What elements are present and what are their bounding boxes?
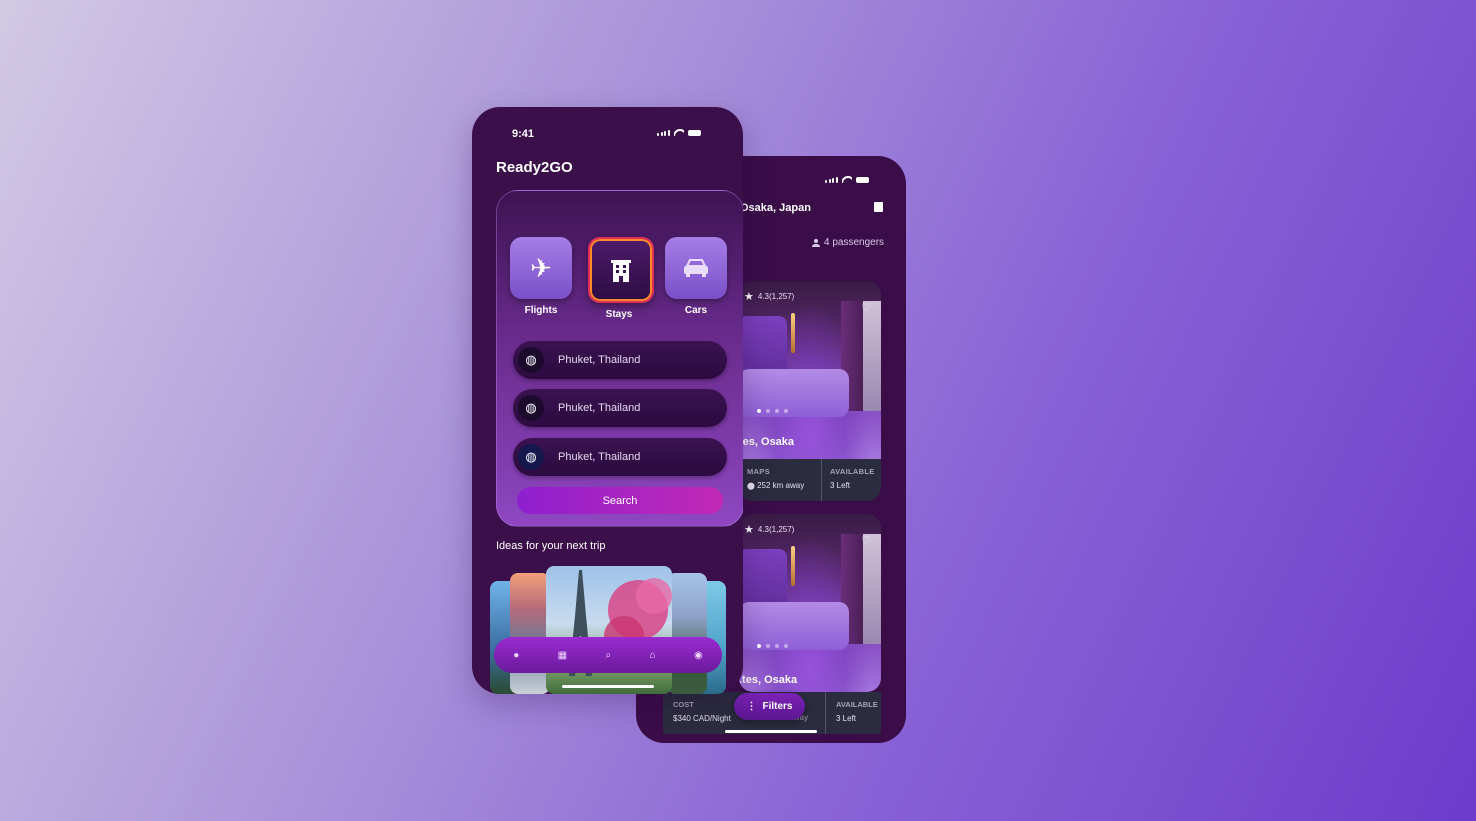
status-icons bbox=[825, 176, 869, 183]
tab-flights[interactable]: ✈ Flights bbox=[510, 237, 572, 316]
destination-field[interactable]: ◍ Phuket, Thailand bbox=[513, 438, 727, 476]
star-icon: ★ bbox=[744, 291, 754, 303]
signal-icon bbox=[657, 129, 670, 136]
airplane-icon: ✈ bbox=[510, 237, 572, 299]
tab-cars[interactable]: Cars bbox=[665, 237, 727, 316]
destination-photo[interactable] bbox=[510, 573, 550, 694]
carousel-dots[interactable] bbox=[757, 409, 788, 413]
wifi-icon bbox=[842, 176, 852, 183]
hotel-card[interactable]: ★ 4.3(1,257) ♡ tes, Osaka MAPS ⬤ 252 km a… bbox=[739, 281, 881, 501]
globe-icon: ◍ bbox=[518, 395, 544, 421]
pin-icon[interactable]: ● bbox=[513, 650, 519, 661]
battery-icon bbox=[855, 176, 869, 183]
maps-info: MAPS ⬤ 252 km away bbox=[747, 467, 805, 490]
building-icon[interactable]: ▦ bbox=[558, 650, 567, 661]
star-icon: ★ bbox=[744, 524, 754, 536]
rating: ★ 4.3(1,257) bbox=[744, 524, 795, 536]
car-icon bbox=[665, 237, 727, 299]
signal-icon bbox=[825, 176, 838, 183]
bottom-nav: ● ▦ ⌕ ⌂ ◉ bbox=[494, 637, 722, 673]
location-title: Osaka, Japan bbox=[740, 202, 811, 214]
globe-icon: ◍ bbox=[518, 347, 544, 373]
status-icons bbox=[657, 129, 701, 136]
hotel-card[interactable]: ★ 4.3(1,257) ♡ .tes, Osaka bbox=[739, 514, 881, 692]
home-indicator[interactable] bbox=[562, 685, 654, 688]
bookmark-icon[interactable] bbox=[874, 202, 883, 212]
hotel-name: tes, Osaka bbox=[739, 436, 795, 448]
destination-photo-eiffel[interactable] bbox=[546, 566, 672, 694]
search-card: ✈ Flights Stays Cars ◍ Phuket, Thailand … bbox=[496, 190, 743, 527]
hotel-name: .tes, Osaka bbox=[739, 674, 798, 686]
search-icon[interactable]: ⌕ bbox=[606, 650, 612, 661]
destination-photo[interactable] bbox=[667, 573, 707, 694]
destination-field[interactable]: ◍ Phuket, Thailand bbox=[513, 389, 727, 427]
status-time: 9:41 bbox=[512, 128, 535, 140]
home-icon[interactable]: ⌂ bbox=[650, 650, 656, 661]
profile-icon[interactable]: ◉ bbox=[694, 650, 703, 661]
filters-button[interactable]: ⋮ Filters bbox=[734, 693, 805, 720]
globe-icon: ◍ bbox=[518, 444, 544, 470]
destination-field[interactable]: ◍ Phuket, Thailand bbox=[513, 341, 727, 379]
wifi-icon bbox=[674, 129, 684, 136]
heart-icon[interactable]: ♡ bbox=[861, 534, 871, 547]
pin-icon: ⬤ bbox=[747, 483, 755, 490]
tab-stays[interactable]: Stays bbox=[588, 237, 654, 320]
person-icon bbox=[812, 238, 820, 247]
more-vertical-icon: ⋮ bbox=[746, 701, 757, 712]
rating: ★ 4.3(1,257) bbox=[744, 291, 795, 303]
availability-info: AVAILABLE 3 Left bbox=[821, 459, 875, 501]
carousel-dots[interactable] bbox=[757, 644, 788, 648]
ideas-heading: Ideas for your next trip bbox=[496, 540, 606, 552]
search-button[interactable]: Search bbox=[517, 487, 723, 514]
search-screen: 9:41 Ready2GO ✈ Flights Stays Cars ◍ Phu… bbox=[472, 107, 743, 694]
app-title: Ready2GO bbox=[496, 159, 573, 176]
battery-icon bbox=[687, 129, 701, 136]
passenger-count[interactable]: 4 passengers bbox=[812, 237, 884, 248]
hotel-image: ★ 4.3(1,257) ♡ tes, Osaka bbox=[739, 281, 881, 459]
heart-icon[interactable]: ♡ bbox=[861, 301, 871, 314]
hotel-info: MAPS ⬤ 252 km away AVAILABLE 3 Left bbox=[739, 459, 881, 501]
building-icon bbox=[588, 237, 654, 303]
hotel-image: ★ 4.3(1,257) ♡ .tes, Osaka bbox=[739, 514, 881, 692]
passenger-count-label: 4 passengers bbox=[824, 237, 885, 248]
home-indicator[interactable] bbox=[725, 730, 817, 733]
availability-info: AVAILABLE 3 Left bbox=[825, 692, 878, 734]
